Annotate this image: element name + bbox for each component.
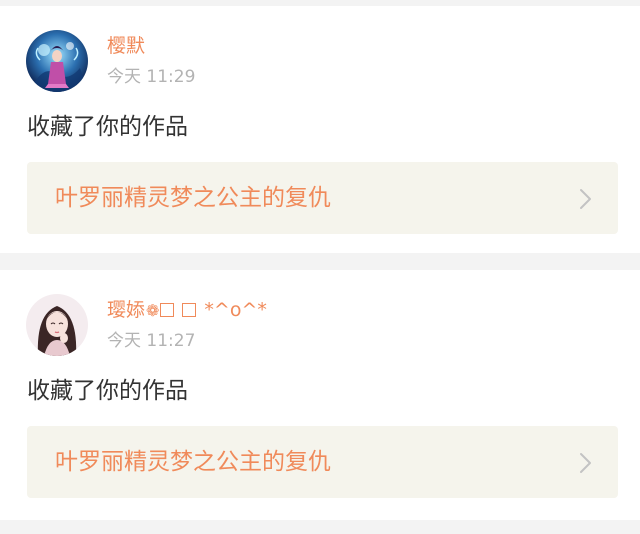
work-title: 叶罗丽精灵梦之公主的复仇	[55, 185, 331, 211]
timestamp: 今天 11:27	[107, 331, 196, 351]
activity-feed: 樱默 今天 11:29 收藏了你的作品 叶罗丽精灵梦之公主的复仇 璎婖❁ *^o…	[0, 0, 640, 534]
flower-icon: ❁	[146, 301, 160, 320]
work-link-card[interactable]: 叶罗丽精灵梦之公主的复仇	[27, 162, 618, 234]
chevron-right-icon	[580, 453, 591, 473]
action-text: 收藏了你的作品	[27, 378, 188, 404]
feed-item: 璎婖❁ *^o^* 今天 11:27 收藏了你的作品 叶罗丽精灵梦之公主的复仇	[0, 270, 640, 520]
username[interactable]: 璎婖❁ *^o^*	[107, 298, 267, 323]
work-link-card[interactable]: 叶罗丽精灵梦之公主的复仇	[27, 426, 618, 498]
username-text: 璎婖	[107, 299, 146, 321]
username-emoticon: *^o^*	[204, 299, 267, 321]
chevron-right-icon	[580, 189, 591, 209]
missing-glyph-box-icon	[160, 303, 175, 317]
avatar-girl-image	[26, 294, 88, 356]
avatar[interactable]	[26, 294, 88, 356]
avatar[interactable]	[26, 30, 88, 92]
action-text: 收藏了你的作品	[27, 114, 188, 140]
missing-glyph-box-icon	[182, 303, 197, 317]
avatar-fairy-image	[26, 30, 88, 92]
feed-item: 樱默 今天 11:29 收藏了你的作品 叶罗丽精灵梦之公主的复仇	[0, 6, 640, 253]
timestamp: 今天 11:29	[107, 67, 196, 87]
username[interactable]: 樱默	[107, 34, 145, 58]
work-title: 叶罗丽精灵梦之公主的复仇	[55, 449, 331, 475]
